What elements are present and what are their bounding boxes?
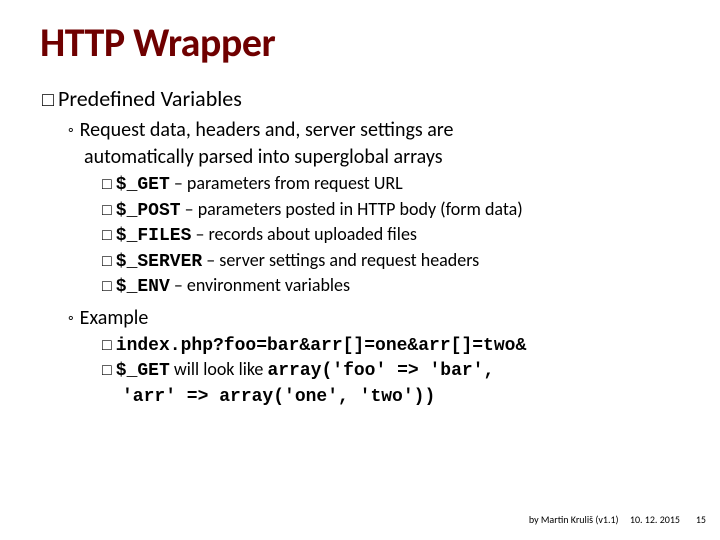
slide: HTTP Wrapper □Predefined Variables ◦Requ…: [0, 0, 720, 540]
var-item: □$_GET – parameters from request URL: [102, 172, 680, 197]
section-heading: □Predefined Variables: [42, 85, 680, 112]
example-result: □$_GET will look like array('foo' => 'ba…: [102, 358, 680, 383]
var-code: $_POST: [116, 201, 181, 221]
diamond-bullet-icon: ◦: [68, 121, 74, 141]
var-desc: – records about uploaded files: [191, 223, 417, 245]
section-label: Predefined: [58, 85, 156, 112]
square-bullet-icon: □: [102, 251, 112, 271]
var-item: □$_SERVER – server settings and request …: [102, 249, 680, 274]
example-heading: ◦ Example: [68, 306, 680, 331]
var-code: $_FILES: [116, 226, 192, 246]
example-get-code: $_GET: [116, 361, 170, 381]
example-mid-text: will look like: [170, 358, 268, 380]
example-result-cont: 'arr' => array('one', 'two')): [122, 384, 680, 409]
intro-text-1: Request data, headers and, server settin…: [80, 118, 454, 142]
var-code: $_ENV: [116, 277, 170, 297]
var-desc: – parameters from request URL: [170, 172, 403, 194]
var-code: $_GET: [116, 175, 170, 195]
square-bullet-icon: □: [102, 174, 112, 194]
square-bullet-icon: □: [42, 89, 54, 112]
var-desc: – parameters posted in HTTP body (form d…: [181, 198, 523, 220]
example-array-code-2: 'arr' => array('one', 'two')): [122, 387, 435, 407]
var-item: □$_ENV – environment variables: [102, 274, 680, 299]
var-code: $_SERVER: [116, 252, 202, 272]
slide-title: HTTP Wrapper: [40, 18, 680, 67]
var-item: □$_FILES – records about uploaded files: [102, 223, 680, 248]
var-desc: – server settings and request headers: [202, 249, 479, 271]
section-rest: Variables: [156, 85, 242, 112]
example-url: □index.php?foo=bar&arr[]=one&arr[]=two&: [102, 333, 680, 358]
square-bullet-icon: □: [102, 200, 112, 220]
footer-date: 10. 12. 2015: [630, 513, 680, 526]
intro-line-1: ◦ Request data, headers and, server setti…: [68, 118, 680, 143]
diamond-bullet-icon: ◦: [68, 309, 74, 329]
intro-line-2: automatically parsed into superglobal ar…: [84, 145, 680, 170]
var-item: □$_POST – parameters posted in HTTP body…: [102, 198, 680, 223]
square-bullet-icon: □: [102, 360, 112, 380]
example-array-code-1: array('foo' => 'bar',: [267, 361, 494, 381]
example-url-code: index.php?foo=bar&arr[]=one&arr[]=two&: [116, 336, 526, 356]
var-desc: – environment variables: [170, 274, 350, 296]
page-number: 15: [696, 513, 706, 526]
square-bullet-icon: □: [102, 335, 112, 355]
footer-author: by Martin Kruliš (v1.1): [529, 513, 619, 526]
square-bullet-icon: □: [102, 276, 112, 296]
footer: by Martin Kruliš (v1.1) 10. 12. 2015 15: [529, 513, 680, 526]
example-label: Example: [80, 306, 149, 330]
square-bullet-icon: □: [102, 225, 112, 245]
intro-text-2: automatically parsed into superglobal ar…: [84, 145, 443, 169]
